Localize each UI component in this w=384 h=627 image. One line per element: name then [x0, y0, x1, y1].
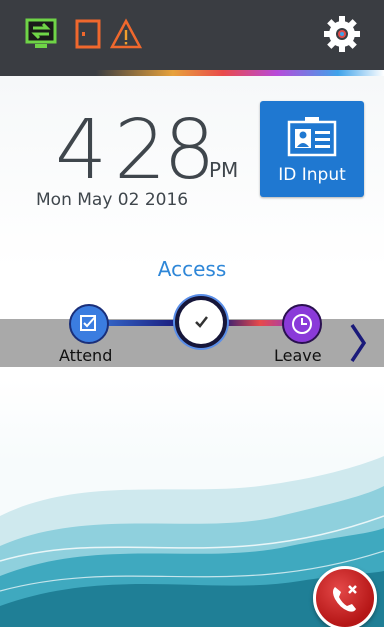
clock-date: Mon May 02 2016	[36, 190, 189, 210]
mode-attend-label: Attend	[59, 346, 113, 365]
door-icon[interactable]	[72, 18, 104, 50]
main-panel: 428 PM Mon May 02 2016 ID Input Access	[0, 76, 384, 627]
id-input-label: ID Input	[278, 165, 346, 185]
clock-hours: 4	[55, 103, 107, 198]
gear-icon[interactable]	[322, 14, 362, 54]
mode-access-button[interactable]	[175, 296, 227, 348]
clock-time: 4 28	[55, 110, 216, 192]
mode-leave-button[interactable]	[282, 304, 322, 344]
top-status-bar	[0, 0, 384, 70]
clock-minutes: 28	[114, 103, 215, 198]
warning-icon[interactable]	[110, 18, 142, 50]
edit-check-icon	[80, 315, 96, 331]
id-input-button[interactable]: ID Input	[260, 101, 364, 197]
phone-cancel-icon	[333, 585, 357, 612]
clock-icon	[292, 314, 312, 334]
access-title: Access	[157, 257, 227, 281]
end-call-button[interactable]	[313, 566, 377, 627]
clock-ampm: PM	[209, 158, 239, 182]
chevron-right-icon[interactable]	[346, 321, 370, 365]
mode-leave-label: Leave	[274, 346, 322, 365]
network-sync-icon[interactable]	[25, 18, 57, 50]
id-card-icon	[287, 117, 337, 157]
mode-attend-button[interactable]	[69, 304, 109, 344]
check-icon	[195, 316, 208, 328]
